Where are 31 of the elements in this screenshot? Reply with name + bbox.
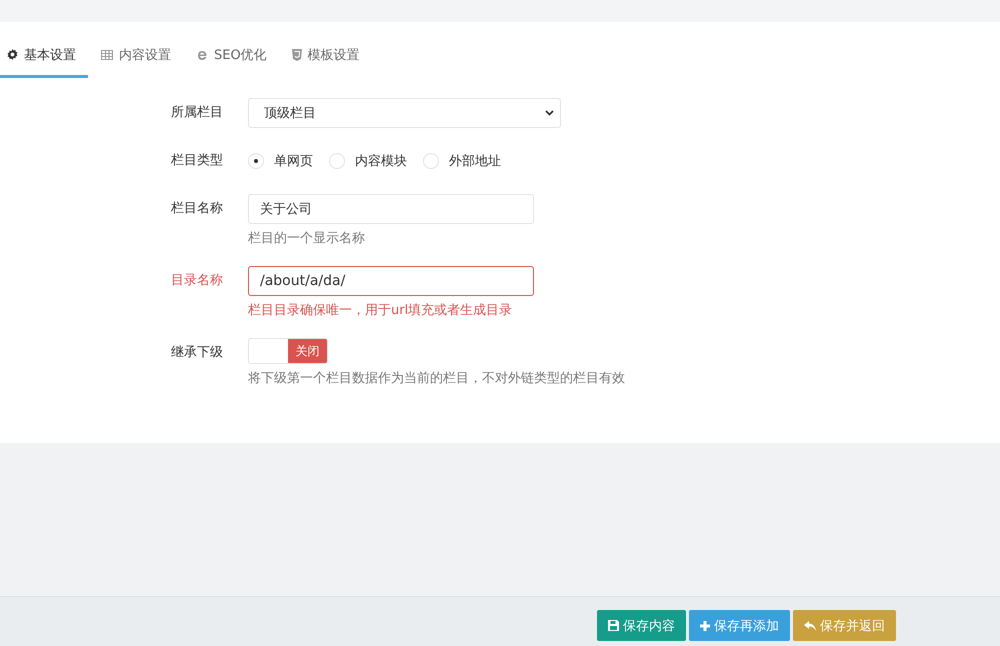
help-text: 将下级第一个栏目数据作为当前的栏目，不对外链类型的栏目有效 bbox=[248, 370, 625, 388]
toggle-switch[interactable]: 关闭 bbox=[248, 338, 328, 364]
text-input-field[interactable]: /about/a/da/ bbox=[248, 266, 534, 296]
gear-icon bbox=[7, 49, 18, 60]
table-icon bbox=[101, 50, 113, 60]
field-label: 栏目类型 bbox=[170, 152, 224, 170]
radio-label: 内容模块 bbox=[355, 153, 407, 170]
field-label: 栏目名称 bbox=[170, 200, 224, 218]
category-select[interactable]: 顶级栏目 bbox=[248, 98, 561, 128]
radio-label: 外部地址 bbox=[449, 153, 501, 170]
radio-button[interactable] bbox=[423, 153, 439, 169]
save-button[interactable]: 保存内容 bbox=[597, 610, 686, 641]
tab[interactable]: 模板设置 bbox=[284, 42, 372, 78]
chevron-down-icon bbox=[545, 110, 554, 116]
radio-button[interactable] bbox=[248, 153, 264, 169]
tab[interactable]: 基本设置 bbox=[0, 42, 88, 78]
e-logo-icon bbox=[196, 48, 208, 60]
shield-icon bbox=[292, 48, 302, 60]
plus-icon bbox=[700, 620, 710, 630]
tab[interactable]: SEO优化 bbox=[189, 42, 279, 78]
save-button[interactable]: 保存再添加 bbox=[689, 610, 790, 641]
field-label: 所属栏目 bbox=[170, 104, 224, 122]
tab[interactable]: 内容设置 bbox=[94, 42, 183, 78]
radio-button[interactable] bbox=[329, 153, 345, 169]
field-label: 继承下级 bbox=[170, 344, 224, 362]
help-text: 栏目目录确保唯一，用于url填充或者生成目录 bbox=[248, 302, 514, 320]
help-text: 栏目的一个显示名称 bbox=[248, 230, 366, 248]
text-input-field[interactable]: 关于公司 bbox=[248, 194, 534, 224]
field-label: 目录名称 bbox=[170, 272, 224, 290]
radio-label: 单网页 bbox=[274, 153, 313, 170]
reply-arrow-icon bbox=[804, 620, 816, 630]
